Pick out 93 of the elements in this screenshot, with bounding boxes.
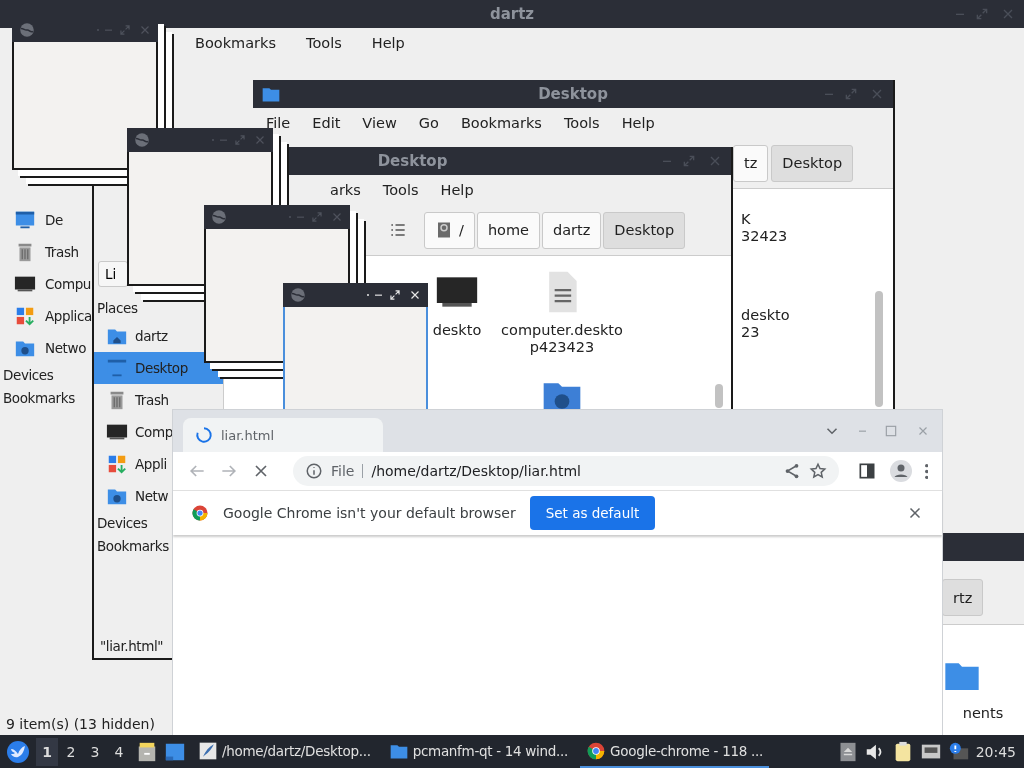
file-label[interactable]: deskto 23: [741, 307, 790, 341]
sidebar-item[interactable]: Applica: [14, 300, 92, 332]
sidebar-heading[interactable]: Bookmarks: [97, 535, 169, 558]
bird-icon: [6, 739, 30, 764]
minimize-icon: [956, 12, 964, 16]
workspace-button[interactable]: 4: [108, 737, 130, 766]
info-icon: [305, 462, 323, 480]
browser-tab[interactable]: liar.html: [183, 418, 383, 452]
sidebar-item[interactable]: De: [14, 204, 63, 236]
menu-item[interactable]: Help: [621, 115, 655, 131]
workspace-button[interactable]: 3: [84, 737, 106, 766]
sidebar-item[interactable]: Netwo: [14, 332, 86, 364]
breadcrumb-button[interactable]: dartz: [542, 211, 602, 249]
apps-icon: [14, 305, 36, 327]
sidebar-item[interactable]: Netw: [94, 480, 171, 512]
taskbar-task[interactable]: Google-chrome - 118 ...: [580, 735, 769, 768]
address-bar[interactable]: File /home/dartz/Desktop/liar.html: [293, 456, 839, 486]
profile-icon: [888, 459, 913, 483]
globe-icon: [289, 286, 307, 304]
sidebar-item[interactable]: Appli: [94, 448, 169, 480]
globe-icon: [18, 21, 36, 39]
status-text: 9 item(s) (13 hidden): [5, 715, 156, 734]
maximize-icon: [118, 23, 132, 37]
menu-item[interactable]: View: [362, 115, 397, 131]
menu-item[interactable]: Tools: [382, 182, 419, 198]
sidebar-item[interactable]: Trash: [94, 384, 171, 416]
maximize-icon: [974, 6, 990, 22]
menu-item[interactable]: Go: [418, 115, 439, 131]
window-title: Desktop: [538, 85, 608, 103]
maximize-icon[interactable]: [884, 424, 898, 438]
spinner-icon: [195, 426, 213, 444]
menu-item[interactable]: Bookmarks: [460, 115, 542, 131]
taskbar-task[interactable]: /home/dartz/Desktop...: [192, 735, 377, 768]
minimize-icon: [663, 159, 671, 163]
window-title: Desktop: [377, 152, 448, 170]
sidebar-heading[interactable]: Devices: [97, 512, 148, 535]
workspace-button[interactable]: 2: [60, 737, 82, 766]
window-title: dartz: [489, 5, 535, 23]
status-text: "liar.html": [99, 638, 165, 656]
breadcrumb-button[interactable]: home: [476, 211, 540, 249]
sidebar-item[interactable]: Comp: [94, 416, 175, 448]
more-icon: [924, 463, 928, 479]
scrollbar[interactable]: [875, 291, 883, 407]
menu-item[interactable]: Edit: [312, 115, 341, 131]
maximize-icon: [233, 133, 247, 147]
chrome-icon: [191, 504, 209, 522]
sidebar-item[interactable]: Trash: [14, 236, 79, 268]
maximize-icon: [681, 153, 697, 169]
file-label[interactable]: K 32423: [741, 211, 788, 245]
file-label[interactable]: computer.deskto p423423: [501, 322, 623, 356]
globe-icon: [133, 131, 151, 149]
quill-icon: [198, 740, 218, 761]
maximize-icon: [310, 210, 324, 224]
maximize-icon: [388, 288, 402, 302]
star-icon: [808, 462, 827, 480]
sidebar-item[interactable]: Desktop: [94, 352, 223, 384]
monitor-icon: [14, 209, 36, 231]
breadcrumb-button[interactable]: tz: [733, 144, 769, 182]
menu-item[interactable]: arks: [330, 182, 361, 198]
menu-item[interactable]: Bookmarks: [195, 35, 276, 51]
minimize-icon: [825, 92, 833, 96]
sidebar-heading[interactable]: Bookmarks: [3, 387, 75, 410]
scrollbar[interactable]: [715, 384, 723, 408]
breadcrumb-button[interactable]: Desktop: [603, 211, 686, 249]
sidebar-heading[interactable]: Places: [97, 297, 138, 320]
breadcrumb-button[interactable]: /: [424, 211, 475, 249]
file-label[interactable]: nents: [942, 705, 1024, 722]
breadcrumb-button[interactable]: Desktop: [771, 144, 854, 182]
clock[interactable]: 20:45: [975, 743, 1018, 760]
minimize-icon: [375, 293, 382, 297]
maximize-icon: [843, 86, 859, 102]
set-default-button[interactable]: Set as default: [529, 496, 656, 530]
menu-item[interactable]: File: [266, 115, 291, 131]
menu-item[interactable]: Tools: [563, 115, 600, 131]
workspace-button[interactable]: 1: [36, 737, 58, 766]
sidebar-item[interactable]: dartz: [94, 320, 170, 352]
chrome-icon: [586, 740, 607, 761]
info-message: Google Chrome isn't your default browser: [223, 505, 516, 521]
menu-item[interactable]: Help: [440, 182, 474, 198]
file-label[interactable]: deskto: [432, 322, 482, 339]
apps-icon: [106, 453, 128, 475]
sidebar-item[interactable]: Compu: [14, 268, 91, 300]
monitor-icon: [106, 357, 128, 379]
sidebar-heading[interactable]: Devices: [3, 364, 54, 387]
file-cabinet-icon: [136, 740, 158, 763]
globe-icon: [210, 208, 228, 226]
menu-item[interactable]: Help: [371, 35, 405, 51]
minimize-icon: [859, 429, 866, 433]
taskbar-task[interactable]: pcmanfm-qt - 14 wind...: [382, 735, 575, 768]
drive-icon: [435, 221, 453, 239]
menu-item[interactable]: Tools: [306, 35, 342, 51]
view-button[interactable]: Li: [98, 261, 128, 287]
breadcrumb-button[interactable]: rtz: [942, 579, 984, 616]
